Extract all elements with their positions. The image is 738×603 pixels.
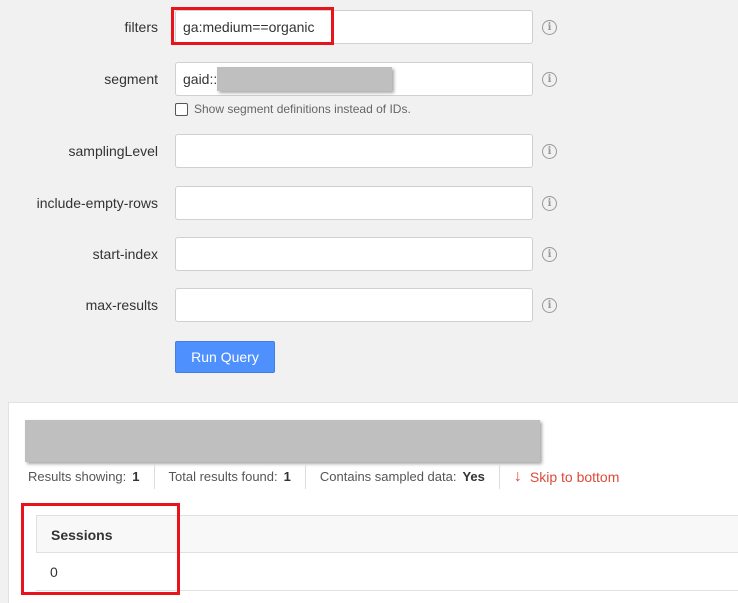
info-icon[interactable]: i (542, 196, 557, 211)
segment-definitions-label: Show segment definitions instead of IDs. (194, 102, 411, 116)
skip-to-bottom-link[interactable]: ↓ Skip to bottom (514, 468, 620, 486)
start-index-row: start-index i (0, 237, 738, 271)
sampling-level-row: samplingLevel i (0, 134, 738, 168)
total-results: Total results found: 1 (169, 465, 306, 489)
max-results-label: max-results (85, 297, 158, 313)
info-icon[interactable]: i (542, 72, 557, 87)
sampling-level-label: samplingLevel (68, 143, 159, 159)
segment-definitions-checkbox[interactable] (175, 102, 188, 116)
include-empty-rows-row: include-empty-rows i (0, 186, 738, 220)
arrow-down-icon: ↓ (513, 468, 522, 485)
total-results-label: Total results found: (168, 469, 278, 484)
info-icon[interactable]: i (542, 247, 557, 262)
include-empty-rows-input[interactable] (175, 186, 533, 220)
sampled-data-label: Contains sampled data: (319, 469, 457, 484)
skip-to-bottom-label: Skip to bottom (529, 469, 620, 485)
results-showing-label: Results showing: (28, 469, 127, 484)
info-icon[interactable]: i (542, 144, 557, 159)
sampling-level-input[interactable] (175, 134, 533, 168)
segment-label: segment (104, 71, 158, 87)
total-results-value: 1 (283, 469, 291, 484)
start-index-label: start-index (92, 246, 158, 262)
filters-input[interactable]: ga:medium==organic (175, 10, 533, 44)
max-results-input[interactable] (175, 288, 533, 322)
results-stats-bar: Results showing: 1 Total results found: 1 … (28, 465, 619, 489)
max-results-row: max-results i (0, 288, 738, 322)
results-showing: Results showing: 1 (28, 465, 155, 489)
table-header-sessions[interactable]: Sessions (36, 515, 738, 553)
results-showing-value: 1 (132, 469, 140, 484)
filters-row: filters ga:medium==organic i (0, 10, 738, 44)
sampled-data: Contains sampled data: Yes (320, 465, 500, 489)
segment-redaction (217, 67, 392, 91)
table-row: 0 (36, 553, 738, 591)
segment-definitions-toggle[interactable]: Show segment definitions instead of IDs. (175, 100, 411, 118)
info-icon[interactable]: i (542, 20, 557, 35)
filters-label: filters (124, 19, 158, 35)
start-index-input[interactable] (175, 237, 533, 271)
sampled-data-value: Yes (462, 469, 485, 484)
run-query-button[interactable]: Run Query (175, 341, 275, 373)
results-title-redaction (25, 420, 540, 462)
info-icon[interactable]: i (542, 298, 557, 313)
include-empty-rows-label: include-empty-rows (36, 195, 158, 211)
